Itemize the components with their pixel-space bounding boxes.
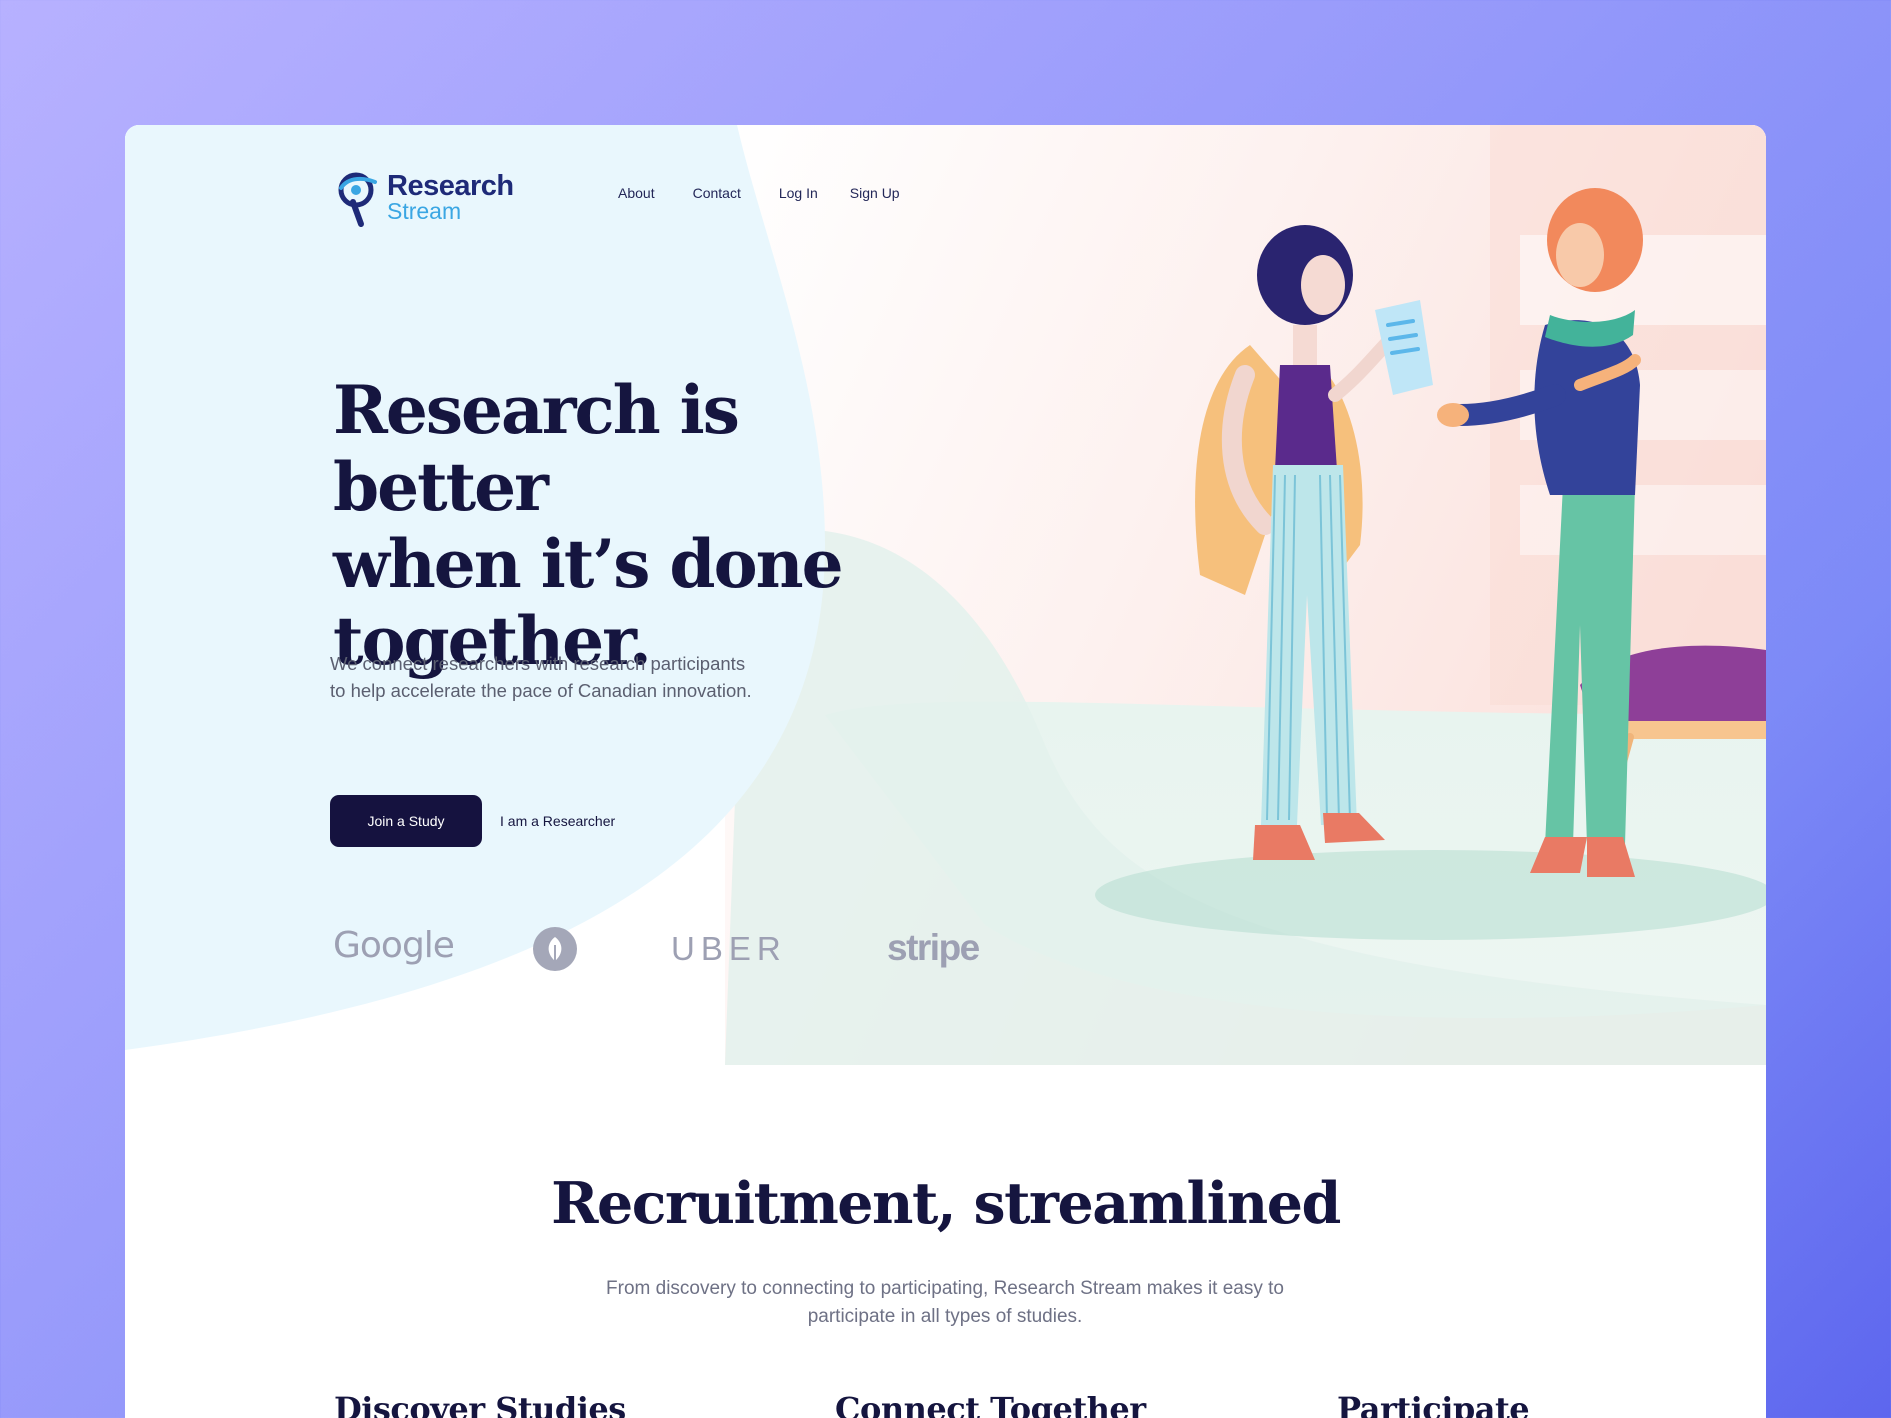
feature-participate: Participate <box>1337 1390 1530 1418</box>
headline-line-1: Research is better <box>333 371 740 526</box>
landing-page-card: Research Stream About Contact Log In Sig… <box>125 125 1766 1418</box>
uber-logo: UBER <box>671 930 787 967</box>
section-subtitle: From discovery to connecting to particip… <box>606 1278 1284 1327</box>
leaf-icon <box>533 927 577 971</box>
brand-name-line1: Research <box>387 170 514 203</box>
features-row: Discover Studies Connect Together Partic… <box>125 1390 1766 1418</box>
nav-about[interactable]: About <box>618 185 655 201</box>
woman-gesturing-illustration <box>1437 188 1643 877</box>
people-illustration <box>1095 188 1766 940</box>
magnifier-logo-icon <box>338 172 377 227</box>
google-logo: Google <box>333 925 455 966</box>
nav-signup[interactable]: Sign Up <box>850 185 900 201</box>
headline-line-2: when it’s done <box>333 525 844 603</box>
top-nav: About Contact Log In Sign Up <box>618 185 938 201</box>
woman-with-paper-illustration <box>1195 225 1433 860</box>
nav-login[interactable]: Log In <box>779 185 818 201</box>
stripe-logo: stripe <box>887 927 980 968</box>
researcher-link[interactable]: I am a Researcher <box>500 795 615 847</box>
hero-subtitle: We connect researchers with research par… <box>330 653 752 701</box>
feature-connect-together: Connect Together <box>835 1390 1146 1418</box>
brand-name-line2: Stream <box>387 197 462 224</box>
section-title: Recruitment, streamlined <box>551 1170 1341 1237</box>
brand-logo[interactable]: Research Stream <box>331 168 514 228</box>
nav-contact[interactable]: Contact <box>693 185 741 201</box>
join-study-button[interactable]: Join a Study <box>330 795 482 847</box>
hero-headline: Research is better when it’s done togeth… <box>333 372 953 680</box>
partner-logos: Google UBER stripe <box>125 925 1025 995</box>
feature-discover-studies: Discover Studies <box>334 1390 626 1418</box>
